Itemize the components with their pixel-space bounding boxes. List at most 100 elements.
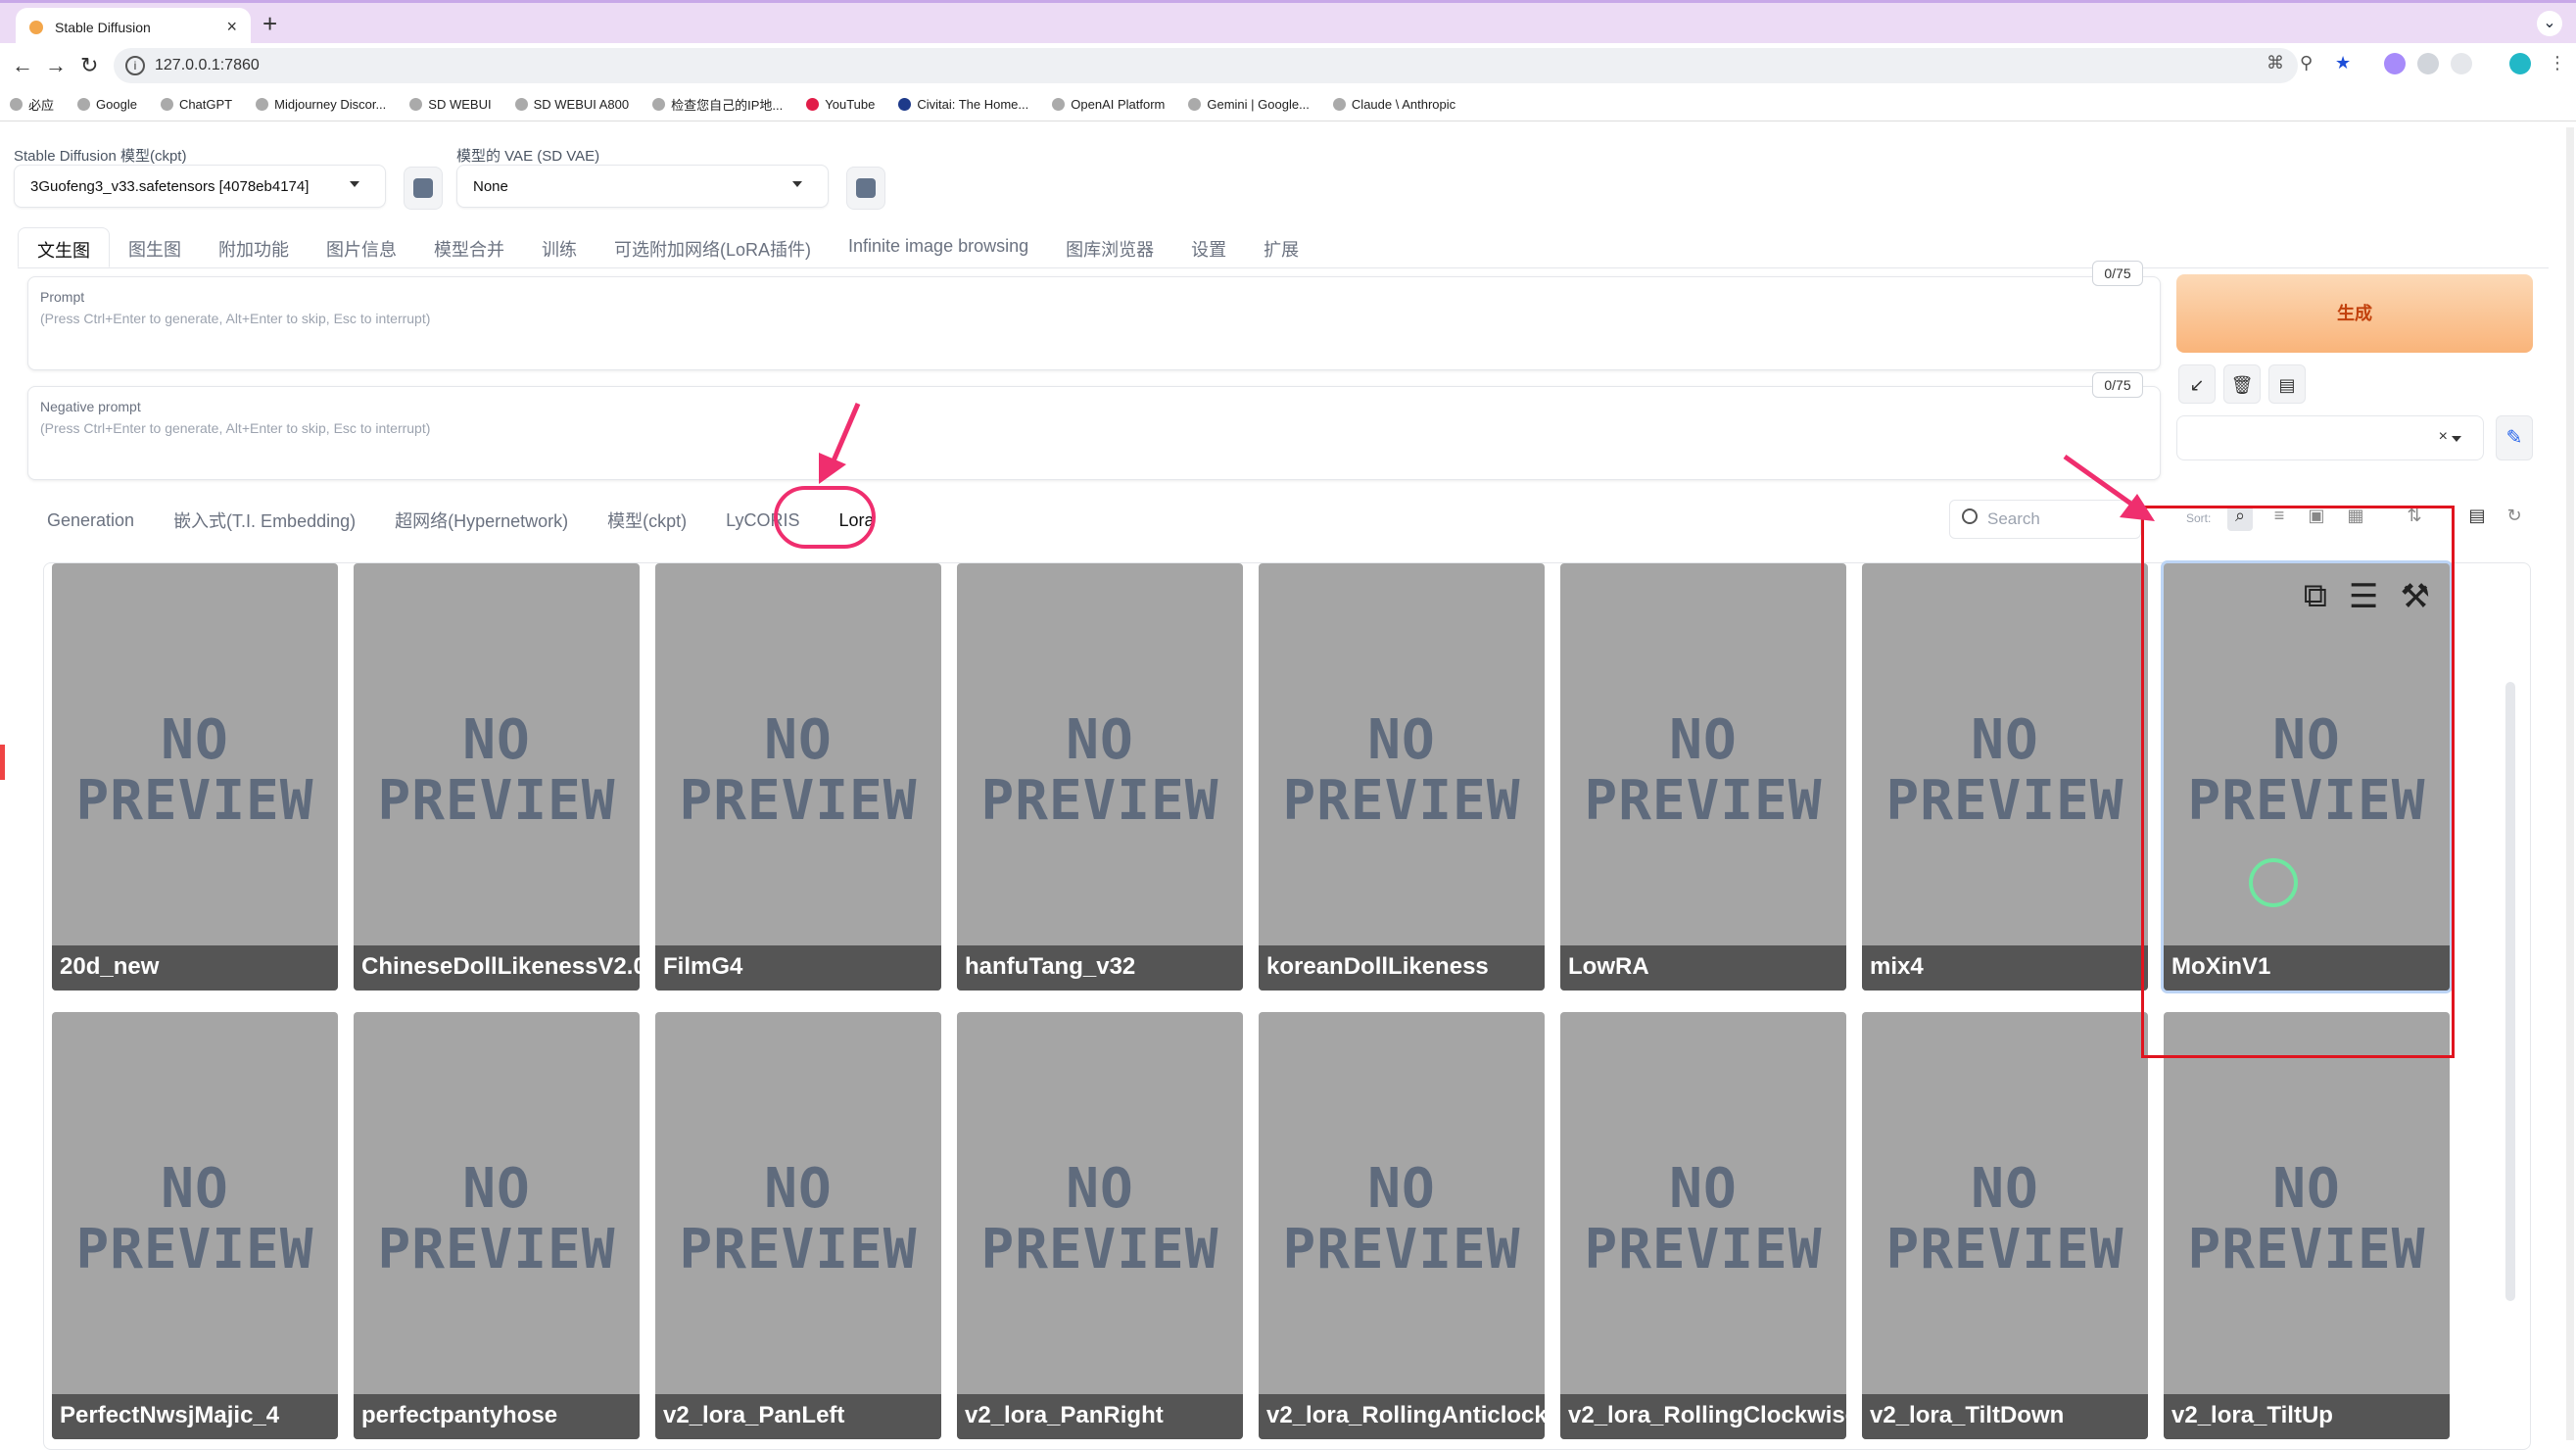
search-icon bbox=[1962, 508, 1978, 524]
prompt-label: Prompt bbox=[40, 289, 85, 305]
lora-card[interactable]: NO PREVIEW koreanDollLikeness bbox=[1259, 563, 1545, 991]
lora-card[interactable]: NO PREVIEW mix4 bbox=[1862, 563, 2148, 991]
puzzle-icon[interactable] bbox=[2451, 53, 2472, 74]
bookmark[interactable]: 检查您自己的IP地... bbox=[652, 95, 783, 114]
no-preview-image: NO PREVIEW bbox=[679, 1157, 918, 1281]
page-scrollbar[interactable] bbox=[2566, 127, 2574, 1440]
lora-card[interactable]: NO PREVIEW perfectpantyhose bbox=[354, 1012, 640, 1439]
bookmark[interactable]: SD WEBUI A800 bbox=[514, 97, 629, 112]
bookmark[interactable]: 必应 bbox=[10, 95, 54, 114]
browser-tab[interactable]: Stable Diffusion × bbox=[16, 8, 251, 46]
bookmark[interactable]: Claude \ Anthropic bbox=[1332, 97, 1455, 112]
bookmark[interactable]: YouTube bbox=[806, 97, 875, 112]
history-icon[interactable] bbox=[2417, 53, 2439, 74]
lora-card-name: v2_lora_TiltUp bbox=[2164, 1394, 2450, 1439]
generate-button[interactable]: 生成 bbox=[2176, 274, 2533, 353]
tree-view-icon[interactable]: ▤ bbox=[2464, 506, 2490, 531]
bookmark[interactable]: SD WEBUI bbox=[409, 97, 492, 112]
translate-icon[interactable]: ⌘ bbox=[2266, 53, 2284, 73]
vae-select[interactable]: None bbox=[456, 165, 829, 208]
extension-icon[interactable] bbox=[2384, 53, 2406, 74]
lora-card[interactable]: NO PREVIEW v2_lora_PanLeft bbox=[655, 1012, 941, 1439]
read-params-button[interactable]: ↙ bbox=[2178, 364, 2216, 404]
tab-png-info[interactable]: 图片信息 bbox=[308, 227, 415, 267]
favicon-icon bbox=[29, 20, 43, 34]
back-icon[interactable]: ← bbox=[12, 53, 33, 78]
tab-additional-networks[interactable]: 可选附加网络(LoRA插件) bbox=[596, 227, 830, 267]
negative-prompt-field[interactable]: Negative prompt (Press Ctrl+Enter to gen… bbox=[27, 386, 2161, 480]
trash-icon[interactable]: 🗑 bbox=[2223, 364, 2261, 404]
model-value: 3Guofeng3_v33.safetensors [4078eb4174] bbox=[30, 177, 310, 195]
lora-card[interactable]: NO PREVIEW v2_lora_PanRight bbox=[957, 1012, 1243, 1439]
tab-infinite-image-browsing[interactable]: Infinite image browsing bbox=[830, 227, 1047, 267]
lora-card-name: v2_lora_RollingAnticlockwise bbox=[1259, 1394, 1545, 1439]
zoom-icon[interactable]: ⚲ bbox=[2300, 53, 2313, 73]
chevron-down-icon bbox=[792, 181, 802, 187]
subtab-embedding[interactable]: 嵌入式(T.I. Embedding) bbox=[154, 498, 375, 543]
browser-tab-strip: Stable Diffusion × + ⌄ bbox=[0, 0, 2576, 46]
bookmark[interactable]: Civitai: The Home... bbox=[898, 97, 1028, 112]
tab-gallery[interactable]: 图库浏览器 bbox=[1047, 227, 1172, 267]
close-tab-icon[interactable]: × bbox=[226, 17, 237, 37]
tab-img2img[interactable]: 图生图 bbox=[110, 227, 200, 267]
subtab-generation[interactable]: Generation bbox=[27, 501, 154, 541]
address-bar[interactable]: i 127.0.0.1:7860 bbox=[114, 48, 2298, 83]
lora-card-name: v2_lora_PanRight bbox=[957, 1394, 1243, 1439]
lora-card-name: 20d_new bbox=[52, 945, 338, 991]
clipboard-icon[interactable]: ▤ bbox=[2268, 364, 2306, 404]
tab-extras[interactable]: 附加功能 bbox=[200, 227, 308, 267]
url-text: 127.0.0.1:7860 bbox=[155, 57, 260, 73]
bookmark[interactable]: Gemini | Google... bbox=[1188, 97, 1310, 112]
clear-icon[interactable]: × bbox=[2439, 428, 2448, 446]
new-tab-icon[interactable]: + bbox=[262, 9, 277, 39]
model-select[interactable]: 3Guofeng3_v33.safetensors [4078eb4174] bbox=[14, 165, 386, 208]
star-icon[interactable]: ★ bbox=[2335, 53, 2351, 73]
lora-card-name: v2_lora_RollingClockwise bbox=[1560, 1394, 1846, 1439]
lora-card[interactable]: NO PREVIEW v2_lora_RollingClockwise bbox=[1560, 1012, 1846, 1439]
site-info-icon[interactable]: i bbox=[125, 56, 145, 75]
tab-txt2img[interactable]: 文生图 bbox=[18, 227, 110, 267]
bookmark[interactable]: Google bbox=[77, 97, 137, 112]
lora-card[interactable]: NO PREVIEW 20d_new bbox=[52, 563, 338, 991]
menu-icon[interactable]: ⋮ bbox=[2549, 53, 2566, 73]
refresh-icon[interactable]: ↻ bbox=[2502, 506, 2527, 531]
no-preview-image: NO PREVIEW bbox=[1885, 1157, 2124, 1281]
lora-card[interactable]: NOPREVIEW v2_lora_RollingAnticlockwise bbox=[1259, 1012, 1545, 1439]
lora-card[interactable]: NO PREVIEW v2_lora_TiltUp bbox=[2164, 1012, 2450, 1439]
tab-extensions[interactable]: 扩展 bbox=[1245, 227, 1317, 267]
lora-card[interactable]: NO PREVIEW LowRA bbox=[1560, 563, 1846, 991]
bookmark[interactable]: OpenAI Platform bbox=[1052, 97, 1165, 112]
reload-icon[interactable]: ↻ bbox=[80, 53, 98, 78]
refresh-vae-button[interactable] bbox=[846, 167, 885, 210]
prompt-field[interactable]: Prompt (Press Ctrl+Enter to generate, Al… bbox=[27, 276, 2161, 370]
styles-select[interactable]: × bbox=[2176, 415, 2484, 460]
no-preview-image: NO PREVIEW bbox=[2187, 1157, 2426, 1281]
bookmark[interactable]: ChatGPT bbox=[160, 97, 232, 112]
tab-merge[interactable]: 模型合并 bbox=[415, 227, 523, 267]
forward-icon[interactable]: → bbox=[45, 53, 67, 78]
bookmarks-bar: 必应 Google ChatGPT Midjourney Discor... S… bbox=[0, 88, 2576, 121]
tab-settings[interactable]: 设置 bbox=[1172, 227, 1245, 267]
tab-train[interactable]: 训练 bbox=[523, 227, 596, 267]
lora-card[interactable]: NO PREVIEW hanfuTang_v32 bbox=[957, 563, 1243, 991]
lora-card[interactable]: NO PREVIEW v2_lora_TiltDown bbox=[1862, 1012, 2148, 1439]
lora-card-name: perfectpantyhose bbox=[354, 1394, 640, 1439]
avatar[interactable] bbox=[2509, 53, 2531, 74]
prompt-token-counter: 0/75 bbox=[2092, 261, 2143, 286]
lora-card[interactable]: NO PREVIEW PerfectNwsjMajic_4 bbox=[52, 1012, 338, 1439]
lora-card[interactable]: NO PREVIEW ChineseDollLikenessV2.0 bbox=[354, 563, 640, 991]
lora-card[interactable]: NO PREVIEW FilmG4 bbox=[655, 563, 941, 991]
bookmark[interactable]: Midjourney Discor... bbox=[256, 97, 386, 112]
subtab-hypernetwork[interactable]: 超网络(Hypernetwork) bbox=[375, 498, 588, 543]
refresh-model-button[interactable] bbox=[404, 167, 443, 210]
browser-toolbar: ← → ↻ i 127.0.0.1:7860 ⌘ ⚲ ★ ⋮ bbox=[0, 43, 2576, 88]
bookmark-icon bbox=[652, 98, 666, 111]
edit-styles-button[interactable]: ✎ bbox=[2496, 415, 2533, 460]
gallery-scrollbar[interactable] bbox=[2505, 682, 2515, 1301]
chevron-down-icon[interactable]: ⌄ bbox=[2537, 11, 2562, 36]
lora-card-name: ChineseDollLikenessV2.0 bbox=[354, 945, 640, 991]
no-preview-image: NO PREVIEW bbox=[75, 708, 314, 833]
subtab-checkpoint[interactable]: 模型(ckpt) bbox=[588, 498, 706, 543]
no-preview-image: NO PREVIEW bbox=[1584, 1157, 1823, 1281]
webui-app: Stable Diffusion 模型(ckpt) 3Guofeng3_v33.… bbox=[0, 121, 2576, 1450]
